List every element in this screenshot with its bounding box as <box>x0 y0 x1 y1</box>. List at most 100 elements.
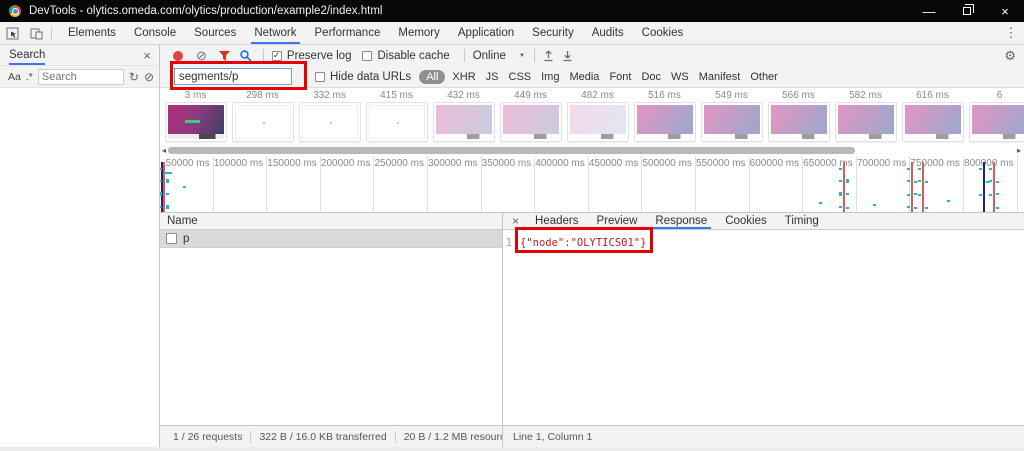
filmstrip-frame[interactable]: 482 ms <box>566 90 629 146</box>
filmstrip-frame[interactable]: 549 ms <box>700 90 763 146</box>
timeline-tick-label: 50000 ms <box>160 156 214 212</box>
filmstrip-frame[interactable]: 582 ms <box>834 90 897 146</box>
tab-elements[interactable]: Elements <box>59 22 125 44</box>
tab-performance[interactable]: Performance <box>306 22 390 44</box>
filter-pill-all[interactable]: All <box>419 70 445 84</box>
network-settings-gear-icon[interactable]: ⚙ <box>1004 48 1016 64</box>
filter-pill-css[interactable]: CSS <box>504 70 537 84</box>
export-har-icon[interactable] <box>562 50 573 62</box>
tab-network[interactable]: Network <box>245 22 305 44</box>
scrollbar-thumb[interactable] <box>168 147 855 154</box>
timeline-request-dot <box>839 194 842 196</box>
timeline-request-dot <box>160 168 162 170</box>
filmstrip-frame[interactable]: 298 ms <box>231 90 294 146</box>
filmstrip-frame[interactable]: 566 ms <box>767 90 830 146</box>
filter-pill-xhr[interactable]: XHR <box>447 70 480 84</box>
filter-pill-manifest[interactable]: Manifest <box>694 70 746 84</box>
filmstrip-frame[interactable]: 6 <box>968 90 1024 146</box>
import-har-icon[interactable] <box>543 50 554 62</box>
disable-cache-label: Disable cache <box>377 50 449 62</box>
toolbar-divider <box>534 49 535 62</box>
tab-cookies[interactable]: Cookies <box>633 22 693 44</box>
disable-cache-checkbox[interactable]: Disable cache <box>362 50 449 62</box>
filmstrip-frame[interactable]: 415 ms <box>365 90 428 146</box>
frame-timestamp: 415 ms <box>380 90 413 102</box>
frame-card <box>433 102 495 142</box>
filter-pill-ws[interactable]: WS <box>666 70 694 84</box>
checkbox-unchecked-icon <box>315 72 325 82</box>
network-filter-input[interactable] <box>174 68 292 85</box>
timeline-request-dot <box>846 207 849 209</box>
scroll-left-icon[interactable]: ◂ <box>162 146 166 156</box>
more-options-icon[interactable]: ⋮ <box>998 25 1024 41</box>
frame-card <box>634 102 696 142</box>
regex-toggle[interactable]: .* <box>26 71 33 83</box>
page-screenshot-thumb <box>235 105 291 139</box>
tab-security[interactable]: Security <box>523 22 583 44</box>
timeline-overview[interactable]: 50000 ms 100000 ms 150000 ms 200000 ms 2… <box>160 156 1024 213</box>
search-magnifier-icon[interactable] <box>239 49 252 62</box>
hide-data-urls-checkbox[interactable]: Hide data URLs <box>315 71 411 83</box>
filter-pill-font[interactable]: Font <box>604 70 636 84</box>
timeline-request-dot <box>166 193 169 195</box>
tab-console[interactable]: Console <box>125 22 185 44</box>
resources-size: 20 B / 1.2 MB resources <box>404 431 503 443</box>
transferred-size: 322 B / 16.0 KB transferred <box>259 431 386 443</box>
minimize-button[interactable]: — <box>910 0 948 22</box>
filter-pill-other[interactable]: Other <box>745 70 783 84</box>
scroll-right-icon[interactable]: ▸ <box>1017 146 1021 156</box>
restore-button[interactable] <box>948 0 986 22</box>
filter-pill-img[interactable]: Img <box>536 70 564 84</box>
timeline-request-dot <box>839 180 842 182</box>
request-row-p[interactable]: p <box>160 230 502 248</box>
tab-sources[interactable]: Sources <box>185 22 245 44</box>
search-input[interactable] <box>38 69 124 85</box>
filmstrip: 3 ms 298 ms 332 ms 415 ms 432 ms <box>160 88 1024 146</box>
tab-cookies[interactable]: Cookies <box>716 213 776 229</box>
preserve-log-checkbox[interactable]: Preserve log <box>272 50 352 62</box>
frame-card <box>299 102 361 142</box>
timeline-request-dot <box>907 194 910 196</box>
tab-headers[interactable]: Headers <box>526 213 587 229</box>
filmstrip-frame[interactable]: 332 ms <box>298 90 361 146</box>
request-checkbox[interactable] <box>166 233 177 244</box>
tab-timing[interactable]: Timing <box>776 213 828 229</box>
tab-response[interactable]: Response <box>646 213 716 229</box>
frame-card <box>902 102 964 142</box>
filmstrip-frame[interactable]: 516 ms <box>633 90 696 146</box>
match-case-toggle[interactable]: Aa <box>8 71 21 83</box>
filmstrip-frame[interactable]: 3 ms <box>164 90 227 146</box>
filter-pill-doc[interactable]: Doc <box>636 70 666 84</box>
tab-audits[interactable]: Audits <box>583 22 633 44</box>
filter-pill-media[interactable]: Media <box>564 70 604 84</box>
throttling-value: Online <box>473 50 506 62</box>
timeline-tick-label: 600000 ms <box>750 156 804 212</box>
search-refresh-icon[interactable]: ↻ <box>129 71 139 83</box>
timeline-request-dot <box>907 180 910 182</box>
details-tabbar: × Headers Preview Response Cookies Timin… <box>503 213 1024 230</box>
timeline-request-dot <box>873 204 876 206</box>
search-clear-icon[interactable]: ⊘ <box>144 71 154 83</box>
tab-preview[interactable]: Preview <box>587 213 646 229</box>
clear-requests-icon[interactable]: ⊘ <box>196 49 207 62</box>
network-filter-bar: Hide data URLs All XHR JS CSS Img Media … <box>160 66 1024 88</box>
filmstrip-frame[interactable]: 616 ms <box>901 90 964 146</box>
search-panel-close-icon[interactable]: × <box>139 48 155 63</box>
timeline-request-dot <box>989 180 992 182</box>
filter-pill-js[interactable]: JS <box>481 70 504 84</box>
details-close-icon[interactable]: × <box>503 215 526 227</box>
tab-memory[interactable]: Memory <box>389 22 449 44</box>
filmstrip-frame[interactable]: 432 ms <box>432 90 495 146</box>
timeline-request-dot <box>996 207 999 209</box>
tab-application[interactable]: Application <box>449 22 523 44</box>
name-column-header[interactable]: Name <box>160 213 502 230</box>
close-button[interactable]: × <box>986 0 1024 22</box>
record-icon[interactable] <box>173 51 183 61</box>
network-summary: 1 / 26 requests 322 B / 16.0 KB transfer… <box>160 426 503 447</box>
filmstrip-frame[interactable]: 449 ms <box>499 90 562 146</box>
frame-timestamp: 432 ms <box>447 90 480 102</box>
filter-funnel-icon[interactable] <box>218 50 231 62</box>
throttling-dropdown[interactable]: Online ▼ <box>473 50 525 62</box>
device-toolbar-icon[interactable] <box>24 22 48 44</box>
inspect-element-icon[interactable] <box>0 22 24 44</box>
